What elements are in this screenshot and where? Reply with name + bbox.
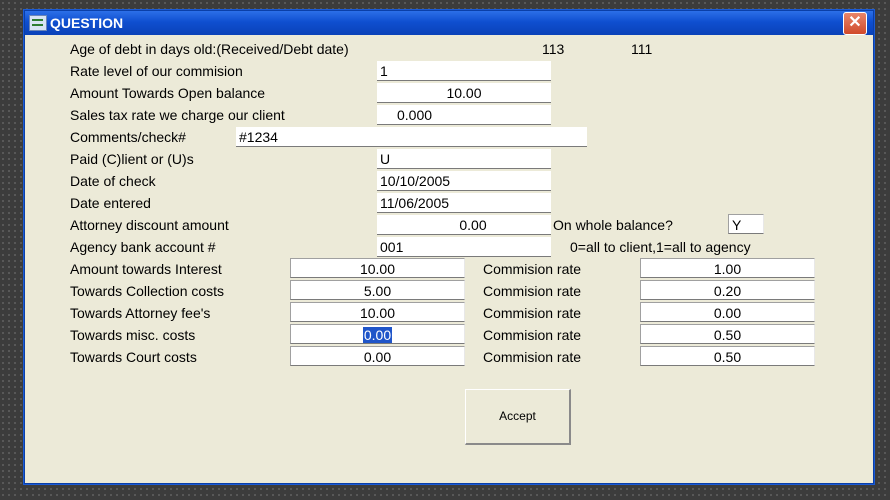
interest-rate-label: Commision rate <box>483 261 582 277</box>
interest-amount-input[interactable]: 10.00 <box>290 258 465 278</box>
collection-costs-amount-input[interactable]: 5.00 <box>290 280 465 300</box>
date-entered-label: Date entered <box>70 195 151 211</box>
close-icon[interactable]: ✕ <box>843 12 867 35</box>
collection-costs-label: Towards Collection costs <box>70 283 225 299</box>
whole-balance-input[interactable]: Y <box>728 214 764 234</box>
court-costs-label: Towards Court costs <box>70 349 197 365</box>
misc-costs-label: Towards misc. costs <box>70 327 196 343</box>
agency-bank-account-label: Agency bank account # <box>70 239 216 255</box>
accept-button[interactable]: Accept <box>465 389 571 445</box>
attorney-fee-amount-input[interactable]: 10.00 <box>290 302 465 322</box>
sales-tax-label: Sales tax rate we charge our client <box>70 107 285 123</box>
interest-label: Amount towards Interest <box>70 261 222 277</box>
window-title: QUESTION <box>50 15 124 31</box>
date-entered-input[interactable]: 11/06/2005 <box>377 193 551 213</box>
date-of-check-label: Date of check <box>70 173 156 189</box>
form-app-icon <box>29 15 47 31</box>
agency-note: 0=all to client,1=all to agency <box>570 239 751 255</box>
collection-rate-input[interactable]: 0.20 <box>640 280 815 300</box>
collection-rate-label: Commision rate <box>483 283 582 299</box>
court-rate-label: Commision rate <box>483 349 582 365</box>
court-rate-input[interactable]: 0.50 <box>640 346 815 366</box>
misc-rate-input[interactable]: 0.50 <box>640 324 815 344</box>
interest-rate-input[interactable]: 1.00 <box>640 258 815 278</box>
open-balance-label: Amount Towards Open balance <box>70 85 266 101</box>
sales-tax-input[interactable]: 0.000 <box>377 105 551 125</box>
misc-costs-amount-input[interactable]: 0.00 <box>290 324 465 344</box>
attorney-rate-label: Commision rate <box>483 305 582 321</box>
misc-costs-selected-text: 0.00 <box>362 327 393 343</box>
paid-by-label: Paid (C)lient or (U)s <box>70 151 194 167</box>
agency-bank-account-input[interactable]: 001 <box>377 237 551 257</box>
accept-mnemonic: A <box>499 409 508 423</box>
age-received-days: 113 <box>542 41 565 57</box>
comments-input[interactable]: #1234 <box>236 127 587 147</box>
comments-label: Comments/check# <box>70 129 186 145</box>
attorney-rate-input[interactable]: 0.00 <box>640 302 815 322</box>
paid-by-input[interactable]: U <box>377 149 551 169</box>
commission-level-label: Rate level of our commision <box>70 63 243 79</box>
attorney-discount-input[interactable]: 0.00 <box>377 215 551 235</box>
misc-rate-label: Commision rate <box>483 327 582 343</box>
court-costs-amount-input[interactable]: 0.00 <box>290 346 465 366</box>
accept-label-rest: ccept <box>507 409 536 423</box>
attorney-discount-label: Attorney discount amount <box>70 217 229 233</box>
commission-level-input[interactable]: 1 <box>377 61 551 81</box>
date-of-check-input[interactable]: 10/10/2005 <box>377 171 551 191</box>
open-balance-input[interactable]: 10.00 <box>377 83 551 103</box>
question-dialog: QUESTION ✕ Age of debt in days old:(Rece… <box>24 10 874 484</box>
age-of-debt-label: Age of debt in days old:(Received/Debt d… <box>70 41 349 57</box>
attorney-fee-label: Towards Attorney fee's <box>70 305 211 321</box>
age-debt-days: 111 <box>631 41 653 57</box>
title-bar[interactable]: QUESTION ✕ <box>25 11 873 35</box>
whole-balance-label: On whole balance? <box>553 217 673 233</box>
